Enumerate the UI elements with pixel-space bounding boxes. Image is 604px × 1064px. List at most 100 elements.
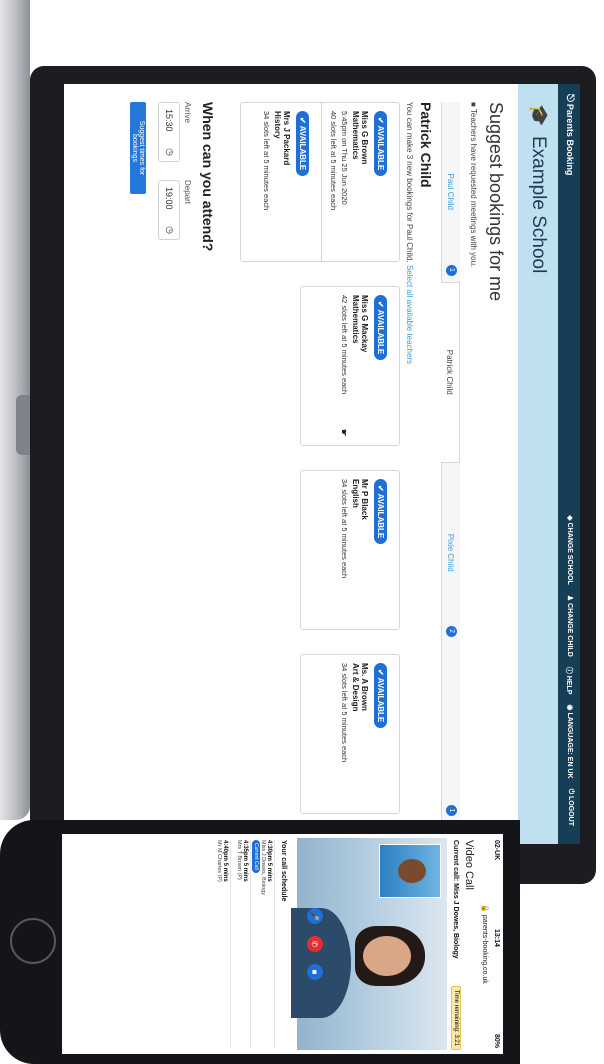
attend-title: When can you attend? bbox=[200, 102, 216, 252]
tab-count-badge: 1 bbox=[446, 264, 457, 276]
teacher-card[interactable]: ✔ AVAILABLE Mrs J Packard History 34 slo… bbox=[240, 102, 322, 262]
tab-count-badge: 2 bbox=[446, 625, 457, 637]
school-name: Example School bbox=[528, 136, 549, 274]
schedule-item[interactable]: 4:35pm 5 mins Mrs T Brown (P) bbox=[236, 840, 251, 1048]
available-label: AVAILABLE bbox=[298, 125, 307, 171]
tab-label: Paul Child bbox=[446, 173, 456, 210]
schedule-time: 4:30pm bbox=[266, 840, 272, 862]
tab-pixie-child[interactable]: Pixie Child 2 bbox=[441, 463, 460, 643]
teacher-slot-info: 34 slots left at 5 minutes each bbox=[340, 479, 349, 579]
self-view-thumbnail bbox=[379, 844, 441, 898]
depart-label: Depart bbox=[183, 180, 192, 205]
brand-text: Parents Booking bbox=[565, 103, 575, 176]
teacher-name: Mrs J Packard bbox=[282, 111, 291, 166]
url-bar[interactable]: 🔒 parents-booking.co.uk bbox=[481, 834, 489, 1054]
brand[interactable]: ⎋Parents Booking bbox=[564, 94, 575, 175]
bookings-info: You can make 3 new bookings for Paul Chi… bbox=[405, 102, 414, 364]
tab-fourth-child[interactable]: 1 bbox=[441, 642, 460, 822]
phone-status-bar: 02-UK 13:14 80% bbox=[489, 834, 503, 1054]
teacher-subject: Mathematics bbox=[351, 295, 360, 344]
tab-patrick-child[interactable]: Patrick Child bbox=[441, 281, 460, 463]
teacher-card[interactable]: ✔ AVAILABLE Ms. A Brown Art & Design 34 … bbox=[300, 654, 400, 814]
schedule-time: 4:35pm bbox=[242, 840, 248, 862]
available-badge: ✔ AVAILABLE bbox=[374, 663, 387, 729]
available-badge: ✔ AVAILABLE bbox=[374, 111, 387, 177]
teacher-subject: Art & Design bbox=[351, 663, 360, 712]
nav-change-child[interactable]: ♟ CHANGE CHILD bbox=[564, 595, 574, 657]
available-badge: ✔ AVAILABLE bbox=[296, 111, 309, 177]
clock-label: 13:14 bbox=[493, 929, 500, 947]
nav-links: ◆ CHANGE SCHOOL ♟ CHANGE CHILD ⓘ HELP ◉ … bbox=[564, 515, 574, 826]
schedule-teacher: Mrs T Brown (P) bbox=[236, 840, 242, 880]
available-label: AVAILABLE bbox=[376, 125, 385, 171]
teacher-card[interactable]: ✔ AVAILABLE Mr P Black English 34 slots … bbox=[300, 470, 400, 630]
child-tabs: Paul Child 1 Patrick Child Pixie Child 2 1 bbox=[441, 102, 460, 822]
nav-language[interactable]: ◉ LANGUAGE: EN UK bbox=[564, 704, 574, 778]
video-call-page: 02-UK 13:14 80% 🔒 parents-booking.co.uk … bbox=[62, 834, 503, 1054]
available-label: AVAILABLE bbox=[376, 493, 385, 539]
notice-label: Teachers have requested meetings with yo… bbox=[469, 108, 478, 268]
phone-device: 02-UK 13:14 80% 🔒 parents-booking.co.uk … bbox=[0, 820, 520, 1064]
bookings-info-text: You can make 3 new bookings for Paul Chi… bbox=[405, 102, 414, 263]
teacher-name: Ms. A Brown bbox=[360, 663, 369, 711]
nav-link-label: CHANGE CHILD bbox=[566, 603, 573, 657]
schedule-duration: 5 mins bbox=[266, 862, 272, 882]
teacher-slot-info: 42 slots left at 5 minutes each bbox=[340, 295, 349, 395]
depart-time-value: 19:00 bbox=[164, 187, 174, 210]
teacher-subject: English bbox=[351, 479, 360, 508]
nav-logout[interactable]: ⏻ LOGOUT bbox=[564, 789, 574, 826]
arrive-label: Arrive bbox=[183, 102, 192, 123]
depart-time-input[interactable]: 19:00 ◷ bbox=[158, 180, 180, 240]
schedule-item[interactable]: 4:40pm 5 mins Mr M Charles (P) bbox=[216, 840, 231, 1048]
schedule-teacher: Miss J Dowes, Biology bbox=[260, 840, 266, 896]
brand-logo-icon: ⎋ bbox=[564, 94, 575, 102]
mute-button[interactable]: 🎤 bbox=[307, 908, 323, 924]
self-view-face bbox=[398, 859, 426, 883]
home-button[interactable] bbox=[10, 918, 56, 964]
school-banner: 🎓 Example School bbox=[518, 84, 558, 844]
carrier-label: 02-UK bbox=[493, 840, 500, 861]
tab-label: Pixie Child bbox=[446, 533, 456, 572]
schedule-teacher: Mr M Charles (P) bbox=[216, 840, 222, 882]
teacher-slot-info: 34 slots left at 5 minutes each bbox=[262, 111, 271, 211]
nav-link-label: CHANGE SCHOOL bbox=[566, 522, 573, 585]
teacher-slot-info: 40 slots left at 5 minutes each bbox=[329, 111, 338, 211]
phone-screen: 02-UK 13:14 80% 🔒 parents-booking.co.uk … bbox=[62, 834, 503, 1054]
main-content: Suggest bookings for me ■ Teachers have … bbox=[64, 84, 518, 844]
page-title: Suggest bookings for me bbox=[486, 102, 506, 302]
pointer-cursor-icon: ☛ bbox=[339, 428, 349, 437]
nav-change-school[interactable]: ◆ CHANGE SCHOOL bbox=[564, 515, 574, 585]
booking-page: ⎋Parents Booking ◆ CHANGE SCHOOL ♟ CHANG… bbox=[64, 84, 580, 844]
available-badge: ✔ AVAILABLE bbox=[374, 295, 387, 361]
teacher-name: Miss G Brown bbox=[360, 111, 369, 165]
arrive-time-input[interactable]: 15:30 ◷ bbox=[158, 102, 180, 162]
teacher-card[interactable]: ✔ AVAILABLE Miss G Mackay Mathematics 42… bbox=[300, 286, 400, 446]
camera-button[interactable]: ■ bbox=[307, 964, 323, 980]
tab-label: Patrick Child bbox=[445, 349, 455, 395]
video-call-title: Video Call bbox=[463, 840, 475, 890]
notice-text: ■ Teachers have requested meetings with … bbox=[469, 102, 478, 268]
tab-count-badge: 1 bbox=[446, 805, 457, 816]
laptop-hinge bbox=[16, 395, 30, 455]
time-remaining-badge: Time remaining: 3:21 bbox=[451, 985, 461, 1050]
nav-link-label: LOGOUT bbox=[567, 796, 574, 826]
url-text: parents-booking.co.uk bbox=[481, 914, 488, 984]
available-badge: ✔ AVAILABLE bbox=[374, 479, 387, 545]
schedule-item[interactable]: 4:30pm 5 mins Miss J Dowes, Biology Curr… bbox=[252, 840, 275, 1048]
nav-help[interactable]: ⓘ HELP bbox=[564, 667, 574, 695]
end-call-button[interactable]: ✆ bbox=[307, 936, 323, 952]
video-feed: 🎤 ✆ ■ bbox=[291, 838, 447, 1050]
teacher-video-face bbox=[363, 936, 411, 976]
teacher-name: Miss G Mackay bbox=[360, 295, 369, 353]
schedule-duration: 5 mins bbox=[222, 862, 228, 882]
graduation-cap-icon: 🎓 bbox=[529, 104, 549, 127]
navbar: ⎋Parents Booking ◆ CHANGE SCHOOL ♟ CHANG… bbox=[558, 84, 580, 844]
available-label: AVAILABLE bbox=[376, 677, 385, 723]
arrive-time-value: 15:30 bbox=[164, 109, 174, 132]
schedule-duration: 5 mins bbox=[242, 862, 248, 882]
clock-icon: ◷ bbox=[165, 226, 175, 234]
suggest-times-button[interactable]: Suggest times for bookings bbox=[130, 102, 146, 194]
schedule-title: Your call schedule bbox=[280, 840, 287, 902]
tab-paul-child[interactable]: Paul Child 1 bbox=[441, 102, 460, 282]
select-all-teachers-link[interactable]: Select all available teachers bbox=[405, 265, 414, 364]
